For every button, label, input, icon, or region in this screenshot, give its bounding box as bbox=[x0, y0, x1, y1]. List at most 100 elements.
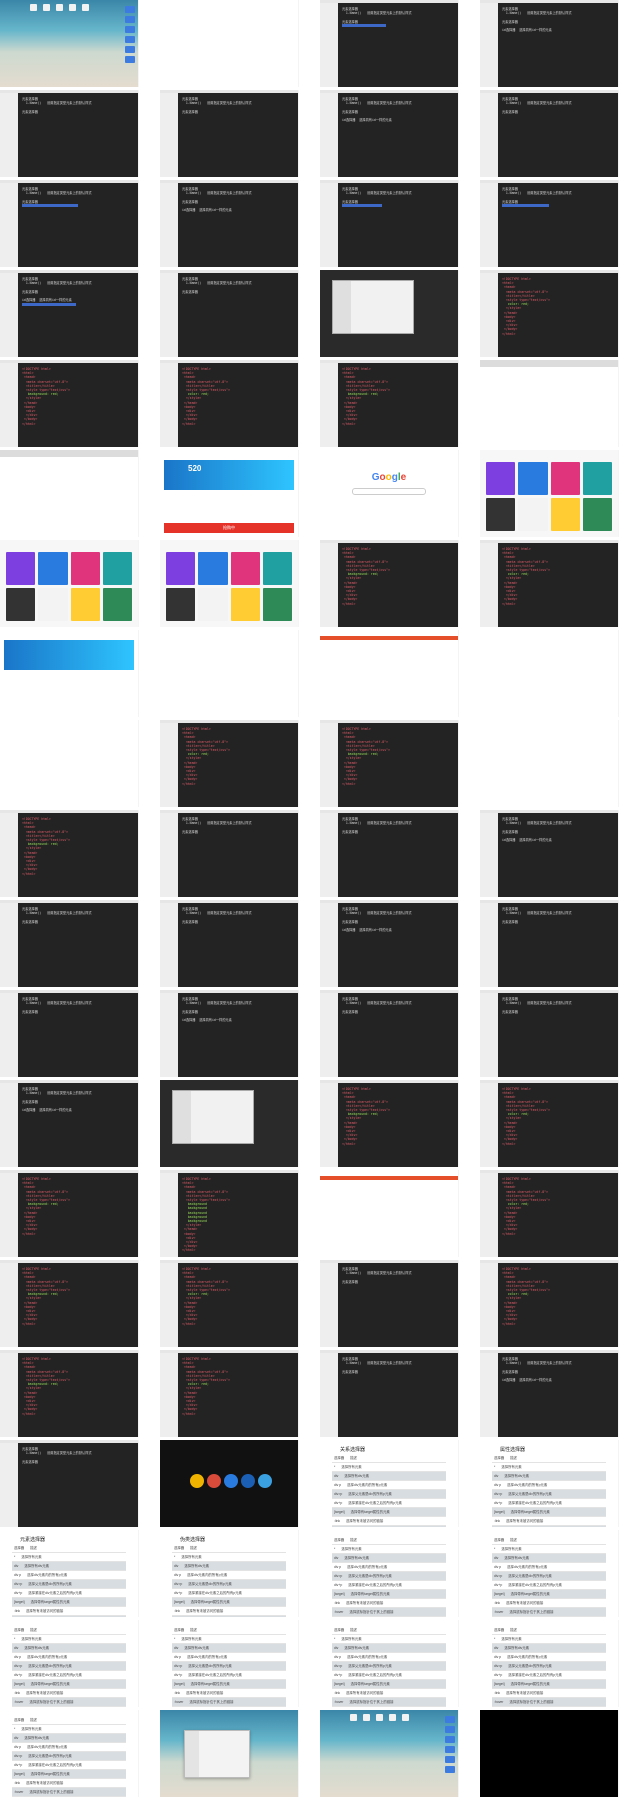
folder-icon[interactable] bbox=[445, 1756, 455, 1763]
code-editor[interactable]: <!DOCTYPE html> <html> <head> <meta chars… bbox=[18, 1263, 138, 1347]
thumbnail-editor-notes[interactable]: 元素选择器 1.Name() 设置指定类型元素上的默认样式 元素选择器 bbox=[320, 810, 459, 897]
file-open-dialog[interactable] bbox=[332, 280, 414, 334]
thumbnail-editor-code[interactable]: <!DOCTYPE html> <html> <head> <meta chars… bbox=[160, 360, 299, 447]
thumbnail-redbar2[interactable] bbox=[320, 1170, 459, 1257]
file-tree-panel[interactable] bbox=[320, 1353, 339, 1437]
product-tiles[interactable] bbox=[6, 552, 132, 621]
code-editor[interactable]: 元素选择器 1.Name() 设置指定类型元素上的默认样式 元素选择器 bbox=[338, 3, 458, 87]
thumbnail-browser-white[interactable] bbox=[480, 360, 619, 447]
file-tree-panel[interactable] bbox=[480, 903, 499, 987]
file-tree-panel[interactable] bbox=[480, 93, 499, 177]
thumbnail-editor-notes[interactable]: 元素选择器 1.Name() 设置指定类型元素上的默认样式 元素选择器 id选择… bbox=[320, 90, 459, 177]
thumbnail-editor-code[interactable]: <!DOCTYPE html> <html> <head> <meta chars… bbox=[320, 360, 459, 447]
search-input[interactable] bbox=[352, 488, 426, 495]
thumbnail-editor-sel[interactable]: 元素选择器 1.Name() 设置指定类型元素上的默认样式 元素选择器 id选择… bbox=[0, 270, 139, 357]
file-tree-panel[interactable] bbox=[0, 813, 19, 897]
code-editor[interactable]: <!DOCTYPE html> <html> <head> <meta chars… bbox=[498, 1173, 618, 1257]
file-icon[interactable] bbox=[402, 1714, 409, 1721]
file-tree-panel[interactable] bbox=[160, 993, 179, 1077]
file-tree-panel[interactable] bbox=[0, 993, 19, 1077]
product-tile[interactable] bbox=[262, 552, 292, 585]
thumbnail-editor-code[interactable]: <!DOCTYPE html> <html> <head> <meta chars… bbox=[0, 360, 139, 447]
product-tile[interactable] bbox=[550, 498, 580, 531]
code-editor[interactable]: 元素选择器 1.Name() 设置指定类型元素上的默认样式 元素选择器 bbox=[338, 1353, 458, 1437]
side-dock[interactable] bbox=[445, 1716, 455, 1785]
thumbnail-doc-selector[interactable]: 元素选择器 选择器 描述 * 选择所有元素 div 选择所有div元素 div p 选择div元… bbox=[0, 1530, 139, 1617]
file-tree-panel[interactable] bbox=[160, 273, 179, 357]
thumbnail-redbar[interactable] bbox=[320, 630, 459, 717]
file-tree-panel[interactable] bbox=[160, 1263, 179, 1347]
thumbnail-editor-notes[interactable]: 元素选择器 1.Name() 设置指定类型元素上的默认样式 元素选择器 id选择… bbox=[480, 0, 619, 87]
code-editor[interactable]: 元素选择器 1.Name() 设置指定类型元素上的默认样式 元素选择器 id选择… bbox=[498, 3, 618, 87]
file-icon[interactable] bbox=[69, 4, 76, 11]
product-tiles[interactable] bbox=[166, 552, 292, 621]
code-editor[interactable]: <!DOCTYPE html> <html> <head> <meta chars… bbox=[338, 1083, 458, 1167]
file-tree-panel[interactable] bbox=[320, 543, 339, 627]
thumbnail-editor-notes[interactable]: 元素选择器 1.Name() 设置指定类型元素上的默认样式 元素选择器 bbox=[480, 90, 619, 177]
thumbnail-editor-notes[interactable]: 元素选择器 1.Name() 设置指定类型元素上的默认样式 元素选择器 id选择… bbox=[160, 990, 299, 1077]
product-tile[interactable] bbox=[70, 588, 100, 621]
code-editor[interactable]: <!DOCTYPE html> <html> <head> <meta chars… bbox=[18, 1173, 138, 1257]
file-tree-panel[interactable] bbox=[160, 723, 179, 807]
file-tree-panel[interactable] bbox=[480, 3, 499, 87]
code-editor[interactable]: <!DOCTYPE html> <html> <head> <meta chars… bbox=[18, 1353, 138, 1437]
code-editor[interactable]: <!DOCTYPE html> <html> <head> <meta chars… bbox=[178, 1263, 298, 1347]
thumbnail-editor-notes[interactable]: 元素选择器 1.Name() 设置指定类型元素上的默认样式 元素选择器 id选择… bbox=[480, 1350, 619, 1437]
thumbnail-doc-table[interactable]: 选择器 描述 * 选择所有元素 div 选择所有div元素 div p 选择div元素内的所有… bbox=[480, 1530, 619, 1617]
code-editor[interactable]: 元素选择器 1.Name() 设置指定类型元素上的默认样式 元素选择器 bbox=[338, 183, 458, 267]
file-icon[interactable] bbox=[82, 4, 89, 11]
file-tree-panel[interactable] bbox=[480, 1083, 499, 1167]
thumbnail-editor-code[interactable]: <!DOCTYPE html> <html> <head> <meta chars… bbox=[0, 1170, 139, 1257]
thumbnail-editor-code[interactable]: <!DOCTYPE html> <html> <head> <meta chars… bbox=[480, 1260, 619, 1347]
code-editor[interactable]: 元素选择器 1.Name() 设置指定类型元素上的默认样式 元素选择器 bbox=[498, 93, 618, 177]
thumbnail-doc-relation[interactable]: 关系选择器 选择器 描述 * 选择所有元素 div 选择所有div元素 div p 选择div元… bbox=[320, 1440, 459, 1527]
app-icon[interactable] bbox=[190, 1474, 204, 1488]
thumbnail-editor-notes[interactable]: 元素选择器 1.Name() 设置指定类型元素上的默认样式 元素选择器 bbox=[480, 900, 619, 987]
thumbnail-desk[interactable] bbox=[0, 0, 139, 87]
thumbnail-editor-code[interactable]: <!DOCTYPE html> <html> <head> <meta chars… bbox=[320, 720, 459, 807]
product-tile[interactable] bbox=[38, 588, 68, 621]
thumbnail-editor-notes[interactable]: 元素选择器 1.Name() 设置指定类型元素上的默认样式 元素选择器 bbox=[320, 1350, 459, 1437]
code-editor[interactable]: 元素选择器 1.Name() 设置指定类型元素上的默认样式 元素选择器 id选择… bbox=[338, 903, 458, 987]
product-tile[interactable] bbox=[582, 462, 612, 495]
thumbnail-editor-notes[interactable]: 元素选择器 1.Name() 设置指定类型元素上的默认样式 元素选择器 id选择… bbox=[320, 900, 459, 987]
code-editor[interactable]: <!DOCTYPE html> <html> <head> <meta chars… bbox=[178, 723, 298, 807]
file-icon[interactable] bbox=[56, 4, 63, 11]
file-tree-panel[interactable] bbox=[320, 903, 339, 987]
thumbnail-dockapps[interactable] bbox=[160, 1440, 299, 1527]
file-icon[interactable] bbox=[376, 1714, 383, 1721]
thumbnail-editor-notes[interactable]: 元素选择器 1.Name() 设置指定类型元素上的默认样式 元素选择器 bbox=[0, 1440, 139, 1527]
thumbnail-doc-table[interactable]: 选择器 描述 * 选择所有元素 div 选择所有div元素 div p 选择div元素内的所有… bbox=[160, 1620, 299, 1707]
code-editor[interactable]: <!DOCTYPE html> <html> <head> <meta chars… bbox=[498, 1083, 618, 1167]
file-tree-panel[interactable] bbox=[320, 3, 339, 87]
product-tile[interactable] bbox=[6, 552, 36, 585]
code-editor[interactable]: 元素选择器 1.Name() 设置指定类型元素上的默认样式 元素选择器 bbox=[498, 903, 618, 987]
product-tile[interactable] bbox=[262, 588, 292, 621]
thumbnail-editor-notes[interactable]: 元素选择器 1.Name() 设置指定类型元素上的默认样式 元素选择器 id选择… bbox=[160, 180, 299, 267]
folder-icon[interactable] bbox=[125, 36, 135, 43]
file-tree-panel[interactable] bbox=[480, 543, 499, 627]
product-tile[interactable] bbox=[198, 552, 228, 585]
browser-toolbar[interactable] bbox=[480, 360, 618, 367]
code-editor[interactable]: <!DOCTYPE html> <html> <head> <meta chars… bbox=[178, 1173, 298, 1257]
product-tile[interactable] bbox=[166, 552, 196, 585]
thumbnail-editor-notes[interactable]: 元素选择器 1.Name() 设置指定类型元素上的默认样式 元素选择器 id选择… bbox=[480, 810, 619, 897]
file-tree-panel[interactable] bbox=[0, 1083, 19, 1167]
desktop-icons[interactable] bbox=[320, 1710, 458, 1730]
thumbnail-browser-table[interactable] bbox=[0, 450, 139, 537]
code-editor[interactable]: 元素选择器 1.Name() 设置指定类型元素上的默认样式 元素选择器 id选择… bbox=[498, 813, 618, 897]
file-icon[interactable] bbox=[30, 4, 37, 11]
desktop-icons[interactable] bbox=[0, 0, 138, 20]
thumbnail-editor-code[interactable]: <!DOCTYPE html> <html> <head> <meta chars… bbox=[480, 270, 619, 357]
thumbnail-editor-sel[interactable]: 元素选择器 1.Name() 设置指定类型元素上的默认样式 元素选择器 bbox=[0, 180, 139, 267]
thumbnail-editor-code[interactable]: <!DOCTYPE html> <html> <head> <meta chars… bbox=[0, 1260, 139, 1347]
code-editor[interactable]: <!DOCTYPE html> <html> <head> <meta chars… bbox=[338, 543, 458, 627]
thumbnail-doc-attr[interactable]: 属性选择器 选择器 描述 * 选择所有元素 div 选择所有div元素 div p 选择div元… bbox=[480, 1440, 619, 1527]
folder-icon[interactable] bbox=[125, 56, 135, 63]
dialog-sidebar[interactable] bbox=[173, 1091, 191, 1143]
thumbnail-finder[interactable] bbox=[160, 1710, 299, 1797]
code-editor[interactable]: 元素选择器 1.Name() 设置指定类型元素上的默认样式 元素选择器 bbox=[338, 813, 458, 897]
file-tree-panel[interactable] bbox=[480, 1173, 499, 1257]
thumbnail-desk[interactable] bbox=[320, 1710, 459, 1797]
code-editor[interactable]: <!DOCTYPE html> <html> <head> <meta chars… bbox=[498, 1263, 618, 1347]
